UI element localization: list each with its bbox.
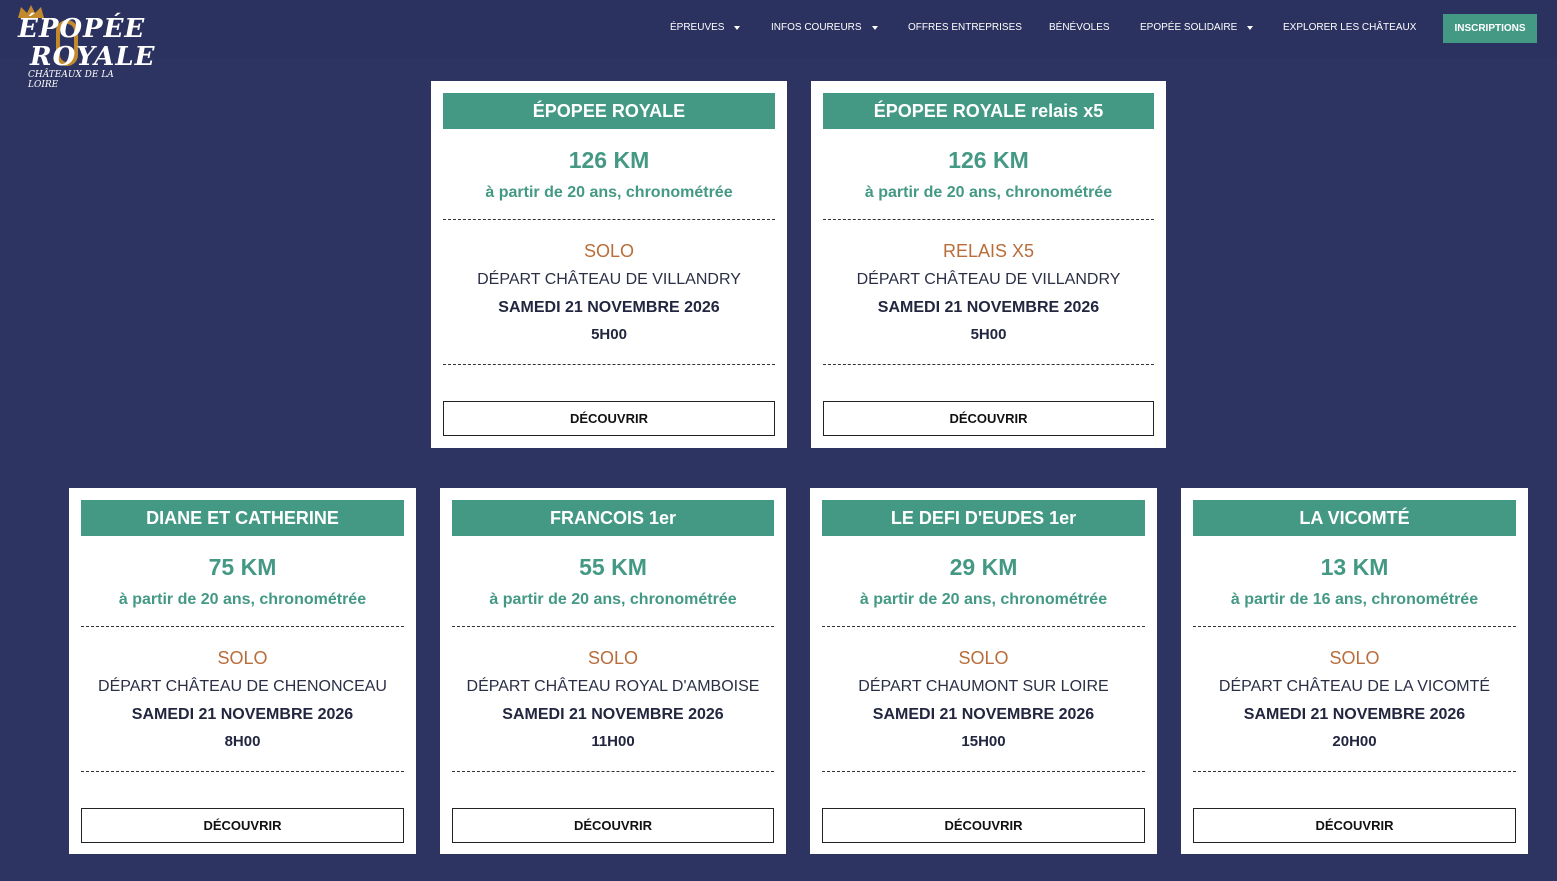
race-date: SAMEDI 21 NOVEMBRE 2026 [877,299,1100,316]
race-card-title: ÉPOPEE ROYALE relais x5 [823,93,1154,129]
caret-down-icon [734,25,741,30]
divider [452,771,774,772]
race-date: SAMEDI 21 NOVEMBRE 2026 [131,706,354,723]
race-mode: SOLO [958,648,1009,668]
race-distance: 29 KM [949,554,1018,580]
divider [1193,626,1516,627]
nav-item-epopee-solidaire[interactable]: EPOPÉE SOLIDAIRE [1140,22,1254,33]
nav-item-explorer-chateaux[interactable]: EXPLORER LES CHÂTEAUX [1283,22,1416,33]
caret-down-icon [871,25,878,30]
site-logo[interactable]: ÉPOPÉE ROYALE CHÂTEAUX DE LA LOIRE [16,5,154,90]
race-time: 15H00 [961,733,1006,750]
caret-down-icon [1247,25,1254,30]
race-distance: 126 KM [568,147,650,173]
race-mode: RELAIS X5 [942,241,1035,261]
race-departure: DÉPART CHÂTEAU DE VILLANDRY [856,271,1121,288]
race-distance: 13 KM [1320,554,1389,580]
race-departure: DÉPART CHÂTEAU DE VILLANDRY [477,271,741,288]
race-time: 20H00 [1332,733,1377,750]
divider [443,364,775,365]
nav-label: BÉNÉVOLES [1049,22,1110,33]
discover-button[interactable]: DÉCOUVRIR [1193,808,1516,843]
divider [452,626,774,627]
logo-line-2: ROYALE [30,42,156,72]
nav-label: EXPLORER LES CHÂTEAUX [1283,22,1417,33]
race-date: SAMEDI 21 NOVEMBRE 2026 [872,706,1095,723]
race-card-title: FRANCOIS 1er [452,500,774,536]
nav-item-offres-entreprises[interactable]: OFFRES ENTREPRISES [908,22,1022,33]
race-card: ÉPOPEE ROYALE 126 KM à partir de 20 ans,… [431,81,787,448]
race-time: 11H00 [591,733,635,750]
race-age: à partir de 20 ans, chronométrée [118,591,367,608]
race-mode: SOLO [1329,648,1380,668]
nav-label: INFOS COUREURS [771,22,862,33]
nav-item-infos-coureurs[interactable]: INFOS COUREURS [771,22,878,33]
race-card: DIANE ET CATHERINE 75 KM à partir de 20 … [69,488,416,854]
race-mode: SOLO [587,648,639,668]
logo-line-1: ÉPOPÉE [18,14,146,44]
race-card-title: LE DEFI D'EUDES 1er [822,500,1145,536]
race-age: à partir de 20 ans, chronométrée [485,184,733,201]
race-age: à partir de 20 ans, chronométrée [859,591,1108,608]
nav-label: EPOPÉE SOLIDAIRE [1140,22,1238,33]
race-date: SAMEDI 21 NOVEMBRE 2026 [1243,706,1466,723]
race-mode: SOLO [583,241,635,261]
race-card: ÉPOPEE ROYALE relais x5 126 KM à partir … [811,81,1166,448]
race-card: LE DEFI D'EUDES 1er 29 KM à partir de 20… [810,488,1157,854]
logo-tagline: CHÂTEAUX DE LA LOIRE [28,70,114,90]
nav-item-epreuves[interactable]: ÉPREUVES [670,22,741,33]
race-date: SAMEDI 21 NOVEMBRE 2026 [498,299,720,316]
race-departure: DÉPART CHAUMONT SUR LOIRE [858,678,1109,695]
race-age: à partir de 20 ans, chronométrée [864,184,1113,201]
race-departure: DÉPART CHÂTEAU DE LA VICOMTÉ [1218,678,1491,695]
race-card-title: ÉPOPEE ROYALE [443,93,775,129]
nav-item-benevoles[interactable]: BÉNÉVOLES [1049,22,1110,33]
divider [822,626,1145,627]
discover-button[interactable]: DÉCOUVRIR [452,808,774,843]
race-card-title: LA VICOMTÉ [1193,500,1516,536]
divider [823,364,1154,365]
nav-label: OFFRES ENTREPRISES [908,22,1022,33]
race-card: LA VICOMTÉ 13 KM à partir de 16 ans, chr… [1181,488,1528,854]
divider [81,771,404,772]
discover-button[interactable]: DÉCOUVRIR [823,401,1154,436]
race-age: à partir de 20 ans, chronométrée [489,591,737,608]
discover-button[interactable]: DÉCOUVRIR [443,401,775,436]
race-distance: 75 KM [208,554,277,580]
inscriptions-button[interactable]: INSCRIPTIONS [1443,14,1537,43]
divider [443,219,775,220]
race-time: 5H00 [970,326,1007,343]
race-distance: 55 KM [579,554,647,580]
race-age: à partir de 16 ans, chronométrée [1230,591,1479,608]
divider [823,219,1154,220]
nav-label: ÉPREUVES [670,22,725,33]
race-departure: DÉPART CHÂTEAU ROYAL D'AMBOISE [466,678,760,695]
race-departure: DÉPART CHÂTEAU DE CHENONCEAU [98,678,387,695]
race-card: FRANCOIS 1er 55 KM à partir de 20 ans, c… [440,488,786,854]
discover-button[interactable]: DÉCOUVRIR [822,808,1145,843]
divider [1193,771,1516,772]
race-time: 8H00 [224,733,261,750]
race-distance: 126 KM [948,147,1029,173]
race-date: SAMEDI 21 NOVEMBRE 2026 [502,706,724,723]
race-mode: SOLO [217,648,268,668]
race-time: 5H00 [591,326,627,343]
race-card-title: DIANE ET CATHERINE [81,500,404,536]
discover-button[interactable]: DÉCOUVRIR [81,808,404,843]
divider [81,626,404,627]
divider [822,771,1145,772]
